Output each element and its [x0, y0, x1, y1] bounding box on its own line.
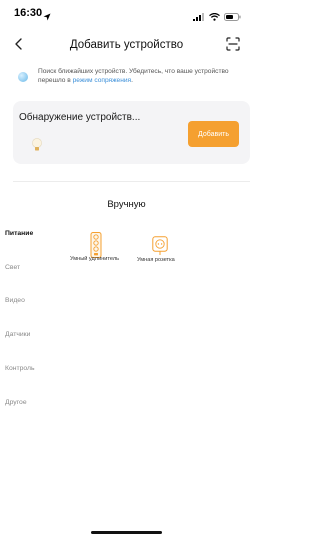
category-control[interactable]: Контроль	[5, 365, 35, 372]
wifi-icon	[209, 8, 220, 26]
hint-text: Поиск ближайших устройств. Убедитесь, чт…	[38, 68, 248, 85]
pairing-hint: Поиск ближайших устройств. Убедитесь, чт…	[16, 66, 246, 92]
device-label: Умная розетка	[137, 257, 175, 263]
page-title: Добавить устройство	[69, 39, 184, 51]
status-bar: 16:30	[0, 0, 253, 24]
scan-icon[interactable]	[225, 36, 241, 52]
pairing-mode-link[interactable]: режим сопряжения	[73, 77, 131, 84]
signal-icon	[193, 8, 205, 26]
category-video[interactable]: Видео	[5, 297, 25, 304]
hint-text-body: Поиск ближайших устройств. Убедитесь, чт…	[38, 68, 229, 84]
search-indicator-icon	[18, 72, 28, 82]
status-time: 16:30	[14, 7, 43, 19]
battery-icon	[224, 8, 241, 26]
add-device-button[interactable]: Добавить	[188, 121, 239, 147]
discovery-title: Обнаружение устройств...	[19, 112, 141, 123]
location-arrow-icon	[43, 8, 51, 26]
lightbulb-icon[interactable]	[31, 137, 43, 153]
category-power[interactable]: Питание	[5, 230, 33, 237]
discovery-card: Обнаружение устройств... Добавить	[13, 101, 250, 164]
category-light[interactable]: Свет	[5, 264, 20, 271]
device-label: Умный удлинитель	[70, 256, 120, 262]
category-sensors[interactable]: Датчики	[5, 331, 30, 338]
home-indicator[interactable]	[91, 531, 162, 534]
hint-text-end: .	[131, 76, 133, 84]
device-smart-power-strip[interactable]: Умный удлинитель	[70, 232, 125, 262]
divider	[13, 181, 250, 182]
nav-bar: Добавить устройство	[0, 30, 253, 60]
category-other[interactable]: Другое	[5, 399, 27, 406]
manual-section-title: Вручную	[107, 199, 146, 210]
device-smart-socket[interactable]: Умная розетка	[137, 236, 192, 268]
